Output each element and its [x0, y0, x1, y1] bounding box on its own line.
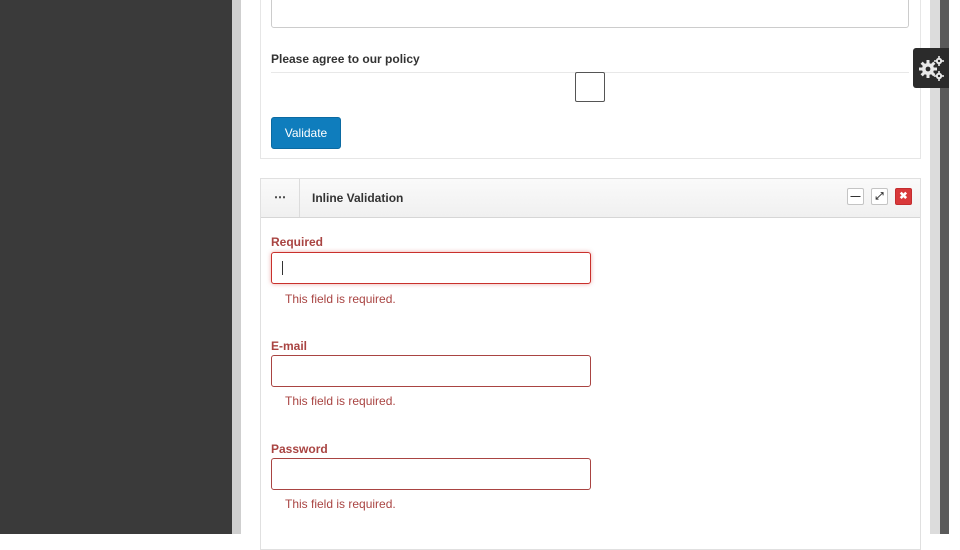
email-error: This field is required.: [285, 394, 396, 408]
settings-tab[interactable]: [913, 48, 949, 88]
expand-icon[interactable]: ⤢: [871, 188, 888, 205]
left-gutter: [232, 0, 241, 534]
left-sidebar: [0, 0, 232, 534]
inline-validation-panel: ⋯ Inline Validation — ⤢ ✖ Required This …: [260, 178, 921, 550]
panel-title: Inline Validation: [312, 191, 404, 205]
email-label: E-mail: [271, 339, 308, 353]
password-input[interactable]: [271, 458, 591, 490]
text-caret: [282, 261, 283, 275]
panel-menu-icon[interactable]: ⋯: [261, 179, 300, 217]
minimize-icon[interactable]: —: [847, 188, 864, 205]
email-input[interactable]: [271, 355, 591, 387]
text-field[interactable]: [271, 0, 909, 28]
policy-checkbox[interactable]: [575, 72, 605, 102]
main-content: Please agree to our policy Validate ⋯ In…: [241, 0, 930, 550]
validate-button[interactable]: Validate: [271, 117, 341, 149]
required-label: Required: [271, 235, 324, 249]
required-field-wrap: [261, 252, 601, 284]
gears-icon: [919, 56, 944, 81]
password-error: This field is required.: [285, 497, 396, 511]
policy-label: Please agree to our policy: [271, 52, 420, 66]
panel-header: ⋯ Inline Validation — ⤢ ✖: [261, 179, 920, 218]
required-error: This field is required.: [285, 292, 396, 306]
password-label: Password: [271, 442, 328, 456]
window-edge: [949, 0, 960, 534]
close-icon[interactable]: ✖: [895, 188, 912, 205]
required-input[interactable]: [271, 252, 591, 284]
form-panel: Please agree to our policy Validate: [260, 0, 921, 159]
